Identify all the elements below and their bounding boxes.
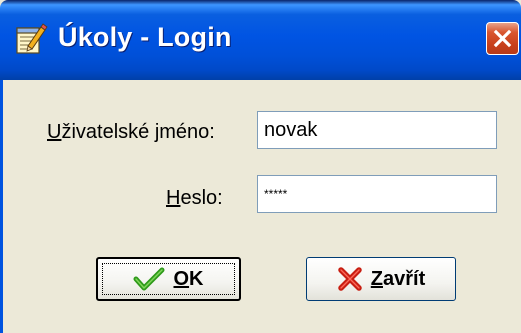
notepad-pencil-icon (14, 22, 48, 56)
close-button[interactable]: Zavřít (306, 257, 456, 301)
password-input[interactable] (257, 175, 497, 213)
ok-button[interactable]: OK (96, 257, 241, 301)
ok-button-label: OK (173, 267, 204, 290)
close-window-button[interactable] (486, 22, 519, 55)
focus-rectangle (102, 263, 235, 295)
username-input[interactable] (257, 111, 497, 149)
check-icon (133, 267, 165, 291)
login-dialog: Úkoly - Login Uživatelské jméno: Heslo: … (0, 0, 521, 333)
dialog-body: Uživatelské jméno: Heslo: OK Zavřít (0, 80, 521, 333)
close-icon (493, 29, 512, 48)
window-title: Úkoly - Login (58, 22, 232, 52)
x-icon (338, 267, 362, 291)
password-label: Heslo: (166, 187, 223, 209)
title-bar[interactable]: Úkoly - Login (0, 0, 521, 80)
close-button-label: Zavřít (370, 267, 426, 290)
username-label: Uživatelské jméno: (47, 121, 215, 143)
